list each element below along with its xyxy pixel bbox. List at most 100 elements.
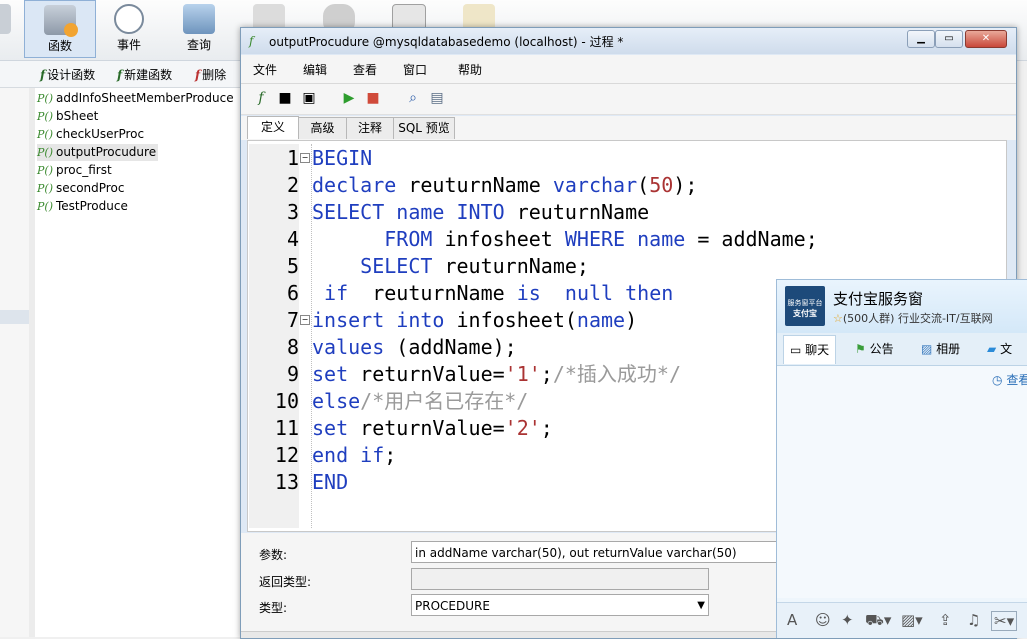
group-avatar[interactable]: 服务窗平台 支付宝: [785, 286, 825, 326]
menu-window[interactable]: 窗口: [403, 61, 427, 78]
code-token: INTO: [456, 200, 505, 224]
code-token: reuturnName: [348, 281, 517, 305]
tab-sql-preview[interactable]: SQL 预览: [393, 117, 455, 139]
query-icon: [183, 4, 215, 34]
code-token: reuturnName: [396, 173, 553, 197]
maximize-button[interactable]: ▭: [935, 30, 963, 48]
function-new-icon: f: [117, 68, 123, 82]
fold-toggle[interactable]: −: [300, 153, 310, 163]
toolbar-button-queries[interactable]: 查询: [164, 0, 234, 58]
code-line[interactable]: else/*用户名已存在*/: [312, 388, 528, 415]
tab-advanced[interactable]: 高级: [298, 117, 347, 139]
toolbar-label-events: 事件: [116, 38, 141, 52]
params-input[interactable]: in addName varchar(50), out returnValue …: [411, 541, 831, 563]
new-function-icon[interactable]: f: [253, 90, 269, 106]
code-token: returnValue=: [348, 362, 505, 386]
procedure-icon: P(): [37, 110, 53, 123]
procedure-item[interactable]: P() proc_first: [37, 162, 114, 179]
screenshot-icon[interactable]: ✂▾: [991, 611, 1018, 631]
editor-tabs: 定义 高级 注释 SQL 预览: [241, 116, 1016, 140]
procedure-item[interactable]: P() addInfoSheetMemberProduce: [37, 90, 236, 107]
menu-edit[interactable]: 编辑: [303, 61, 327, 78]
procedure-item[interactable]: P() bSheet: [37, 108, 100, 125]
code-line[interactable]: BEGIN: [312, 145, 372, 172]
procedure-item[interactable]: P() secondProc: [37, 180, 126, 197]
image-icon[interactable]: ▨▾: [901, 611, 923, 629]
tab-comment[interactable]: 注释: [346, 117, 394, 139]
code-line[interactable]: if reuturnName is null then: [312, 280, 673, 307]
return-type-label: 返回类型:: [259, 575, 312, 589]
window-titlebar[interactable]: f outputProcudure @mysqldatabasedemo (lo…: [241, 28, 1016, 54]
run-icon[interactable]: ▶: [341, 90, 357, 106]
gift-icon[interactable]: ⛟▾: [865, 611, 891, 631]
save-icon[interactable]: ■: [277, 90, 293, 106]
code-token: returnValue=: [348, 416, 505, 440]
chat-input-toolbar: A ☺ ✦ ⛟▾ ▨▾ ⇪ ♫ ✂▾: [777, 602, 1027, 638]
code-line[interactable]: SELECT reuturnName;: [312, 253, 589, 280]
design-function-button[interactable]: f 设计函数: [40, 66, 95, 83]
toolbar-button-events[interactable]: 事件: [94, 0, 164, 58]
chat-tab-album[interactable]: ▨ 相册: [921, 340, 960, 357]
window-title: outputProcudure @mysqldatabasedemo (loca…: [269, 35, 624, 49]
chat-subtitle: ☆(500人群) 行业交流-IT/互联网: [833, 312, 993, 325]
code-token: ;: [540, 416, 553, 440]
procedure-icon: P(): [37, 92, 53, 105]
toolbar-label-functions: 函数: [47, 39, 72, 53]
toolbar-button-functions[interactable]: 函数: [24, 0, 96, 58]
code-line[interactable]: set returnValue='2';: [312, 415, 553, 442]
code-token: else: [312, 389, 361, 413]
save-as-icon[interactable]: ▣: [301, 90, 317, 106]
nudge-icon[interactable]: ✦: [841, 611, 854, 629]
line-number: 1: [286, 146, 299, 170]
format-icon[interactable]: ▤: [429, 90, 445, 106]
code-line[interactable]: SELECT name INTO reuturnName: [312, 199, 649, 226]
delete-function-button[interactable]: f 删除: [195, 66, 226, 83]
code-line[interactable]: FROM infosheet WHERE name = addName;: [312, 226, 818, 253]
line-number: 10: [274, 389, 299, 413]
emoji-icon[interactable]: ☺: [815, 611, 831, 629]
line-number: 13: [274, 470, 299, 494]
line-number-gutter: 1 2 3 4 5 6 7 8 9 10 11 12 13: [249, 144, 299, 528]
procedure-item-selected[interactable]: P() outputProcudure: [37, 144, 159, 161]
code-token: SELECT: [360, 254, 433, 278]
code-token: );: [673, 173, 698, 197]
chat-tab-notice[interactable]: ⚑ 公告: [855, 340, 894, 357]
font-icon[interactable]: A: [787, 611, 797, 629]
fold-toggle[interactable]: −: [300, 315, 310, 325]
procedure-item[interactable]: P() TestProduce: [37, 198, 130, 215]
return-type-input[interactable]: [411, 568, 709, 590]
code-line[interactable]: set returnValue='1';/*插入成功*/: [312, 361, 681, 388]
new-function-button[interactable]: f 新建函数: [117, 66, 172, 83]
code-token: '2': [504, 416, 541, 440]
procedure-icon: P(): [37, 200, 53, 213]
stop-icon[interactable]: ■: [365, 90, 381, 106]
menu-view[interactable]: 查看: [353, 61, 377, 78]
close-button[interactable]: ✕: [965, 30, 1007, 48]
music-icon[interactable]: ♫: [967, 611, 980, 629]
code-line[interactable]: end if;: [312, 442, 396, 469]
view-history-link[interactable]: ◷ 查看: [992, 371, 1027, 388]
type-select[interactable]: PROCEDURE ▼: [411, 594, 709, 616]
folder-icon: ▰: [987, 342, 997, 356]
upload-icon[interactable]: ⇪: [939, 611, 952, 629]
tab-definition[interactable]: 定义: [247, 116, 299, 139]
code-line[interactable]: declare reuturnName varchar(50);: [312, 172, 697, 199]
code-token: infosheet: [432, 227, 565, 251]
procedure-icon: f: [249, 34, 254, 48]
procedure-icon: P(): [37, 146, 53, 159]
chat-tab-files[interactable]: ▰ 文: [987, 340, 1012, 357]
procedure-item[interactable]: P() checkUserProc: [37, 126, 146, 143]
group-avatar-brand: 支付宝: [793, 309, 817, 318]
chat-tab-chat[interactable]: ▭ 聊天: [783, 335, 837, 364]
code-line[interactable]: values (addName);: [312, 334, 517, 361]
menu-help[interactable]: 帮助: [458, 61, 482, 78]
code-line[interactable]: insert into infosheet(name): [312, 307, 637, 334]
search-icon[interactable]: ⌕: [405, 90, 421, 106]
chat-messages[interactable]: ◷ 查看: [777, 366, 1027, 598]
minimize-button[interactable]: ▁: [907, 30, 935, 48]
code-token: /*用户名已存在*/: [360, 389, 529, 413]
menu-file[interactable]: 文件: [253, 61, 277, 78]
code-line[interactable]: END: [312, 469, 348, 496]
